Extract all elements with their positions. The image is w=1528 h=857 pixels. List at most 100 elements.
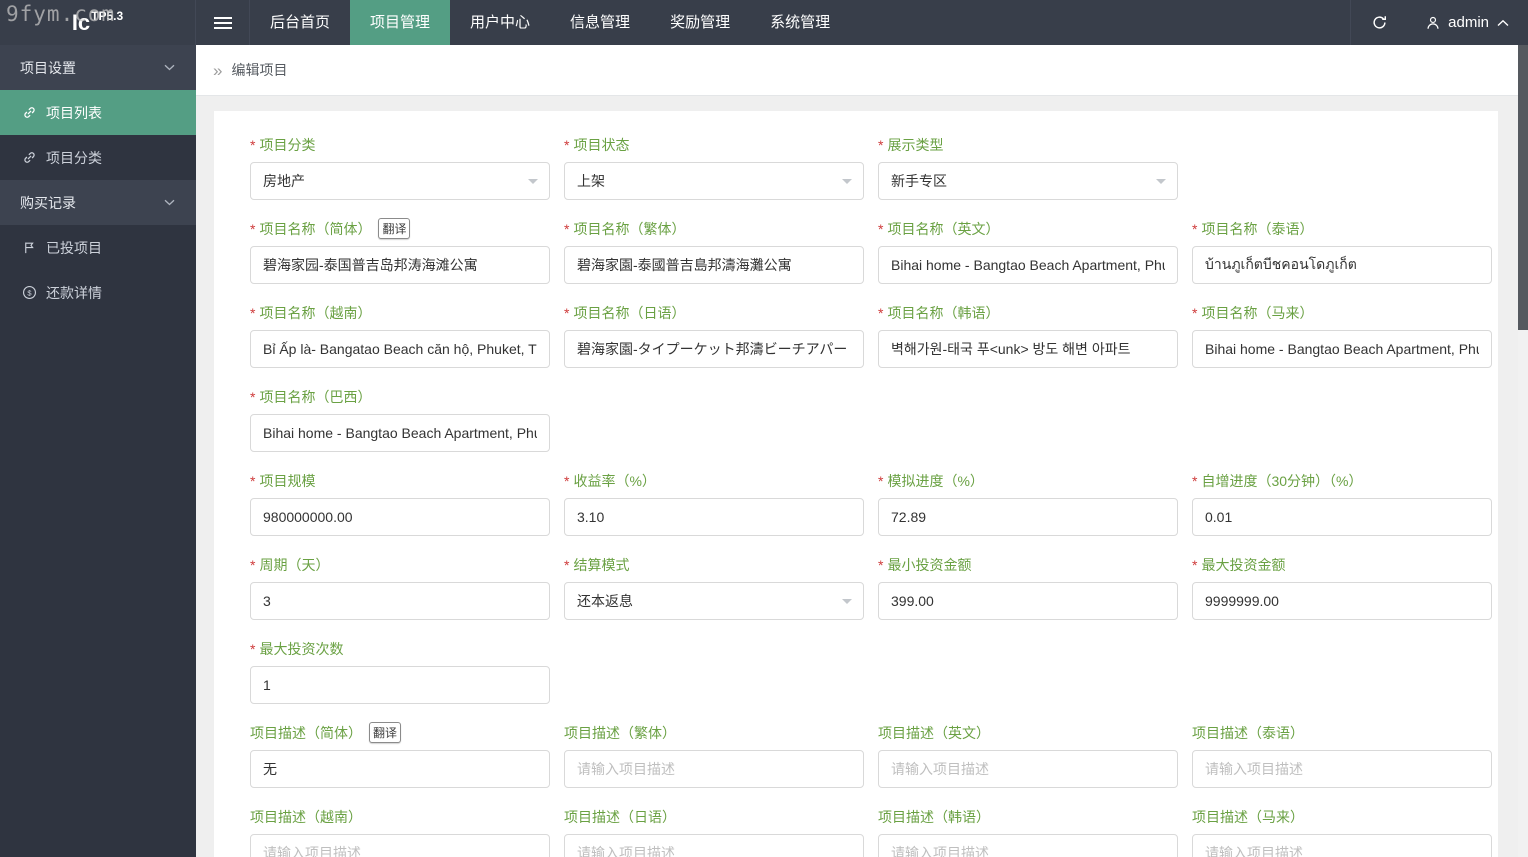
form-field: * 项目名称（马来） — [1192, 303, 1492, 368]
sidebar-item-project-list[interactable]: 项目列表 — [0, 90, 196, 135]
topnav-item-information-management[interactable]: 信息管理 — [550, 0, 650, 45]
project-name-zh-cn-input[interactable] — [250, 246, 550, 284]
project-scale-input[interactable] — [250, 498, 550, 536]
display-type-select[interactable]: 新手专区 — [878, 162, 1178, 200]
required-asterisk: * — [564, 304, 570, 321]
form-field: 项目描述（泰语） — [1192, 723, 1492, 788]
sidebar-group-label: 项目设置 — [20, 59, 76, 76]
sidebar-item-project-category[interactable]: 项目分类 — [0, 135, 196, 180]
project-desc-vi-input[interactable] — [250, 834, 550, 857]
simulated-progress-input[interactable] — [878, 498, 1178, 536]
field-label-text: 项目描述（泰语） — [1192, 724, 1304, 741]
required-asterisk: * — [878, 136, 884, 153]
project-desc-ko-input[interactable] — [878, 834, 1178, 857]
field-label-text: 项目描述（英文） — [878, 724, 990, 741]
form-row: * 项目名称（巴西） — [250, 387, 1498, 452]
select-value: 还本返息 — [577, 593, 633, 609]
field-label-text: 项目规模 — [259, 472, 316, 489]
yield-rate-input[interactable] — [564, 498, 864, 536]
form-field: 项目描述（简体） 翻译 — [250, 722, 550, 788]
project-name-ms-input[interactable] — [1192, 330, 1492, 368]
logo-version-badge: TP5.3 — [91, 8, 124, 23]
sidebar-group-project-settings[interactable]: 项目设置 — [0, 45, 196, 90]
topnav-item-project-management[interactable]: 项目管理 — [350, 0, 451, 45]
project-desc-en-input[interactable] — [878, 750, 1178, 788]
field-label-text: 展示类型 — [887, 136, 944, 153]
logo-text: Ic — [71, 9, 91, 35]
app-logo: Ic TP5.3 — [0, 0, 196, 45]
topnav-item-dashboard[interactable]: 后台首页 — [250, 0, 350, 45]
svg-text:$: $ — [27, 288, 32, 297]
breadcrumb: » 编辑项目 — [196, 45, 1518, 96]
max-invest-times-input[interactable] — [250, 666, 550, 704]
refresh-button[interactable] — [1351, 0, 1407, 45]
link-icon — [22, 105, 37, 120]
required-asterisk: * — [1192, 304, 1198, 321]
settlement-mode-select[interactable]: 还本返息 — [564, 582, 864, 620]
select-value: 上架 — [577, 173, 605, 189]
edit-project-form-card: * 项目分类 房地产 * 项目状态 上架 * 展示类型 新手专区 * 项目名称（… — [214, 111, 1498, 857]
field-label-text: 项目描述（简体） — [250, 724, 362, 741]
caret-down-icon — [1156, 179, 1166, 189]
project-name-en-input[interactable] — [878, 246, 1178, 284]
auto-increase-progress-input[interactable] — [1192, 498, 1492, 536]
project-name-pt-br-input[interactable] — [250, 414, 550, 452]
required-asterisk: * — [878, 472, 884, 489]
project-desc-th-input[interactable] — [1192, 750, 1492, 788]
translate-button[interactable]: 翻译 — [378, 218, 411, 239]
form-field: * 项目名称（英文） — [878, 219, 1178, 284]
project-name-ja-input[interactable] — [564, 330, 864, 368]
form-field: * 项目名称（繁体） — [564, 219, 864, 284]
form-field: * 收益率（%） — [564, 471, 864, 536]
sidebar-group-label: 购买记录 — [20, 194, 76, 211]
cycle-days-input[interactable] — [250, 582, 550, 620]
form-row: * 周期（天） * 结算模式 还本返息 * 最小投资金额 — [250, 555, 1498, 620]
form-row: * 项目分类 房地产 * 项目状态 上架 * 展示类型 新手专区 — [250, 135, 1498, 200]
select-value: 房地产 — [263, 173, 305, 189]
form-row: * 最大投资次数 — [250, 639, 1498, 704]
sidebar-group-purchase-records[interactable]: 购买记录 — [0, 180, 196, 225]
form-field: * 模拟进度（%） — [878, 471, 1178, 536]
admin-menu[interactable]: admin — [1407, 0, 1528, 45]
project-desc-zh-cn-input[interactable] — [250, 750, 550, 788]
topnav-item-reward-management[interactable]: 奖励管理 — [650, 0, 750, 45]
form-row: 项目描述（越南） 项目描述（日语） 项目描述（韩语） 项目描述（马来） — [250, 807, 1498, 857]
project-category-select[interactable]: 房地产 — [250, 162, 550, 200]
form-field: * 周期（天） — [250, 555, 550, 620]
scrollbar-thumb[interactable] — [1518, 45, 1528, 330]
project-desc-ja-input[interactable] — [564, 834, 864, 857]
topnav-item-user-center[interactable]: 用户中心 — [450, 0, 550, 45]
sidebar: 项目设置 项目列表 项目分类 购买记录 已投项目 $ 还款详情 — [0, 45, 196, 857]
sidebar-item-invested-projects[interactable]: 已投项目 — [0, 225, 196, 270]
topbar-right: admin — [1350, 0, 1528, 45]
sidebar-item-label: 已投项目 — [46, 239, 102, 256]
project-name-th-input[interactable] — [1192, 246, 1492, 284]
min-investment-input[interactable] — [878, 582, 1178, 620]
hamburger-icon — [213, 14, 232, 32]
chevron-down-icon — [163, 198, 176, 207]
field-label-text: 收益率（%） — [573, 472, 656, 489]
project-desc-ms-input[interactable] — [1192, 834, 1492, 857]
field-label-text: 最小投资金额 — [887, 556, 972, 573]
required-asterisk: * — [250, 640, 256, 657]
translate-button[interactable]: 翻译 — [369, 722, 402, 743]
menu-toggle-button[interactable] — [196, 0, 250, 45]
project-name-ko-input[interactable] — [878, 330, 1178, 368]
caret-down-icon — [528, 179, 538, 189]
max-investment-input[interactable] — [1192, 582, 1492, 620]
required-asterisk: * — [1192, 556, 1198, 573]
project-desc-zh-tw-input[interactable] — [564, 750, 864, 788]
field-label-text: 项目分类 — [259, 136, 316, 153]
project-name-vi-input[interactable] — [250, 330, 550, 368]
field-label-text: 最大投资次数 — [259, 640, 344, 657]
required-asterisk: * — [250, 472, 256, 489]
sidebar-item-repayment-details[interactable]: $ 还款详情 — [0, 270, 196, 315]
form-field: 项目描述（繁体） — [564, 723, 864, 788]
form-field: * 最小投资金额 — [878, 555, 1178, 620]
project-status-select[interactable]: 上架 — [564, 162, 864, 200]
project-name-zh-tw-input[interactable] — [564, 246, 864, 284]
required-asterisk: * — [878, 556, 884, 573]
form-field: * 项目名称（日语） — [564, 303, 864, 368]
vertical-scrollbar[interactable] — [1518, 45, 1528, 857]
topnav-item-system-management[interactable]: 系统管理 — [750, 0, 850, 45]
